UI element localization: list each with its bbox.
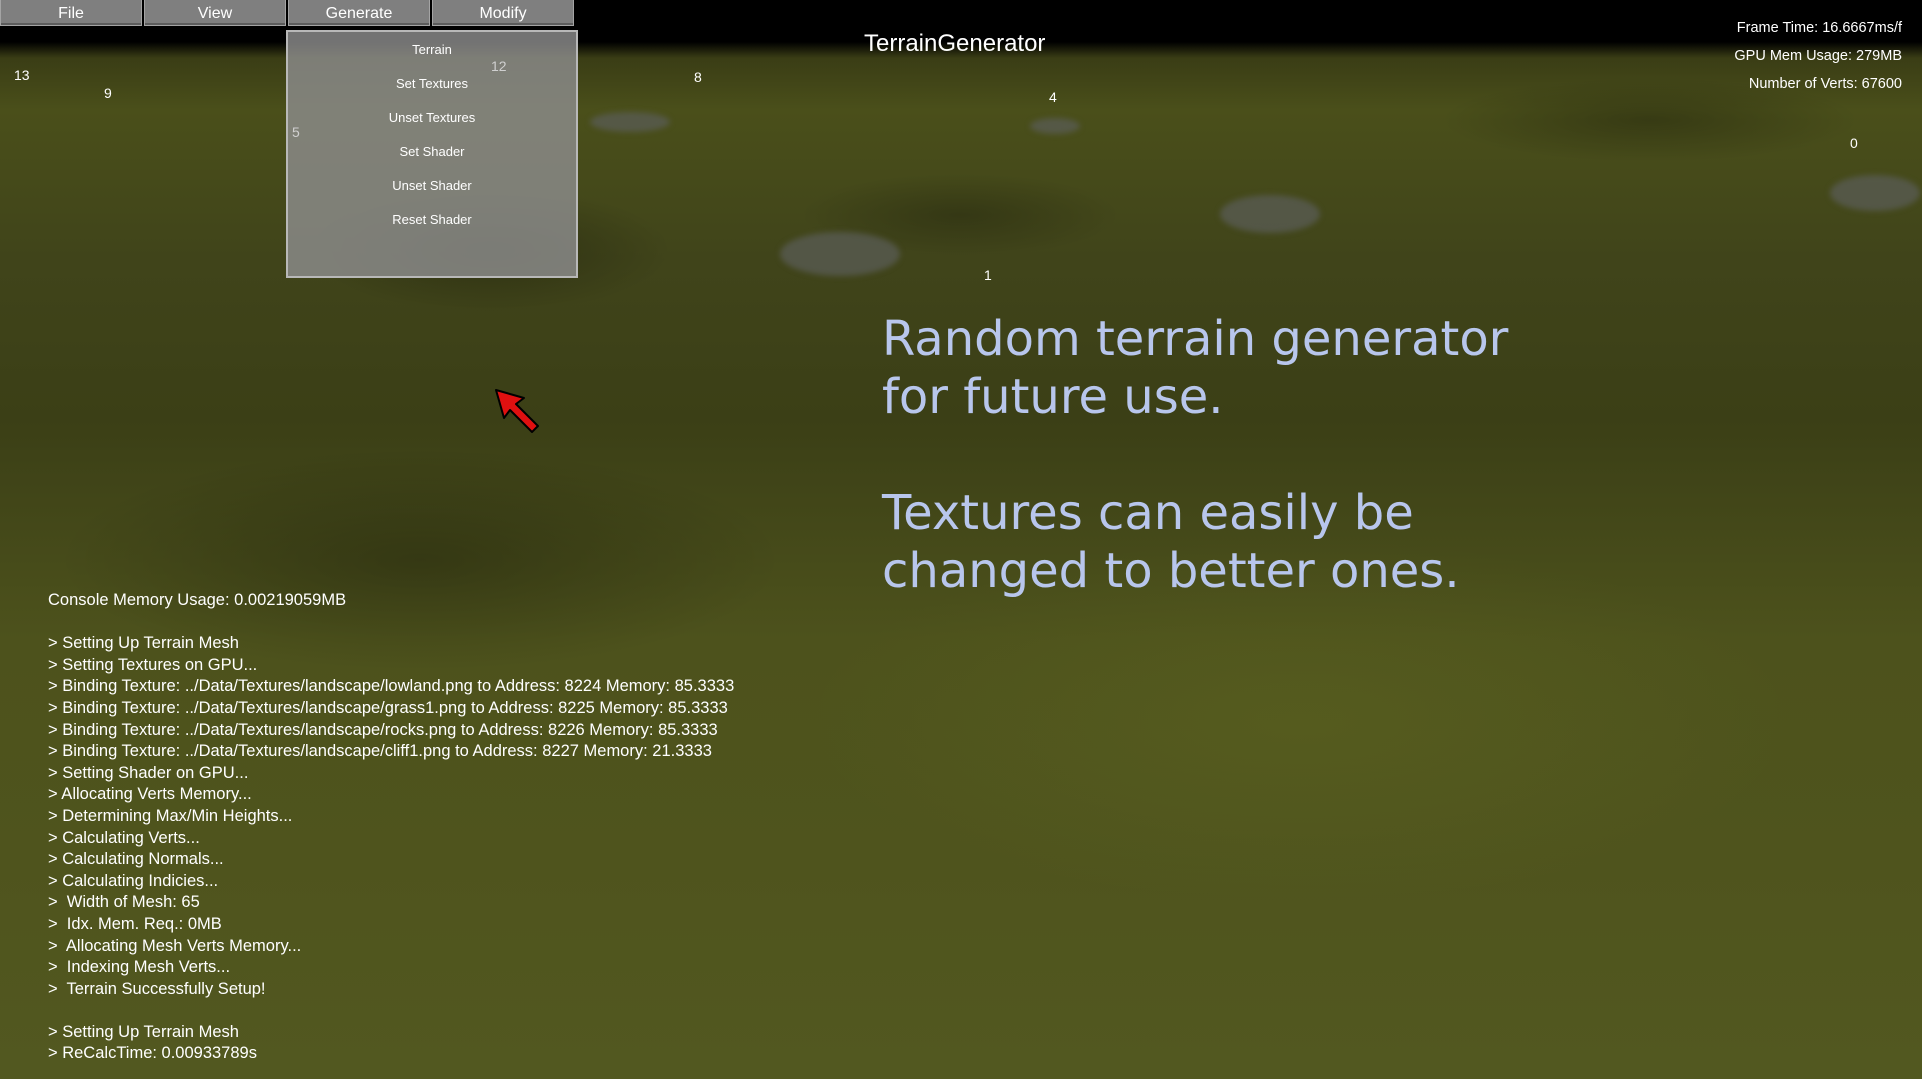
console-line: > Allocating Mesh Verts Memory... [48,936,302,955]
marker-label: 1 [984,267,992,283]
marker-label: 0 [1850,135,1858,151]
stats-panel: Frame Time: 16.6667ms/f GPU Mem Usage: 2… [1734,14,1902,98]
console-line: > ReCalcTime: 0.00933789s [48,1044,257,1063]
menu-item-reset-shader[interactable]: Reset Shader [288,212,576,227]
console-line: > Calculating Verts... [48,828,200,847]
console-line: > Allocating Verts Memory... [48,785,252,804]
window-title: TerrainGenerator [864,30,1046,57]
console-line: > Setting Shader on GPU... [48,763,249,782]
console-line: > Calculating Indicies... [48,871,219,890]
rock-patch [780,232,900,276]
marker-label: 8 [694,69,702,85]
generate-dropdown: Terrain Set Textures Unset Textures Set … [286,30,578,278]
overlay-caption: Random terrain generator for future use.… [882,310,1702,600]
mouse-cursor-icon [495,389,539,433]
menu-bar: File View Generate Modify [0,0,576,28]
caption-line: Textures can easily be [882,485,1414,541]
menu-item-set-shader[interactable]: Set Shader [288,144,576,159]
console-line: > Setting Up Terrain Mesh [48,634,239,653]
console-line: > Setting Up Terrain Mesh [48,1022,239,1041]
menu-modify[interactable]: Modify [432,0,574,26]
console-memory: Console Memory Usage: 0.00219059MB [48,591,347,609]
caption-line: for future use. [882,369,1224,425]
caption-line: Random terrain generator [882,311,1509,367]
menu-item-set-textures[interactable]: Set Textures [288,76,576,91]
rock-patch [1830,175,1920,211]
vert-count: Number of Verts: 67600 [1748,76,1902,92]
console-line: > Binding Texture: ../Data/Textures/land… [48,720,718,739]
marker-label: 13 [14,67,30,83]
console-line: > Idx. Mem. Req.: 0MB [48,914,222,933]
console-line: > Binding Texture: ../Data/Textures/land… [48,742,712,761]
marker-label: 9 [104,85,112,101]
console-line: > Calculating Normals... [48,850,224,869]
console-line: > Setting Textures on GPU... [48,655,258,674]
caption-line: changed to better ones. [882,543,1460,599]
console-line: > Binding Texture: ../Data/Textures/land… [48,677,735,696]
menu-item-terrain[interactable]: Terrain [288,42,576,57]
marker-label: 4 [1049,89,1057,105]
console-line: > Indexing Mesh Verts... [48,958,231,977]
rock-patch [590,112,670,132]
marker-label: 12 [491,58,507,74]
menu-view[interactable]: View [144,0,286,26]
console-line: > Terrain Successfully Setup! [48,979,266,998]
frame-time: Frame Time: 16.6667ms/f [1736,20,1902,36]
menu-item-unset-textures[interactable]: Unset Textures [288,110,576,125]
menu-file[interactable]: File [0,0,142,26]
console-log: Console Memory Usage: 0.00219059MB > Set… [48,590,734,1065]
gpu-mem-usage: GPU Mem Usage: 279MB [1734,48,1902,64]
console-line: > Binding Texture: ../Data/Textures/land… [48,698,728,717]
menu-item-unset-shader[interactable]: Unset Shader [288,178,576,193]
console-line: > Width of Mesh: 65 [48,893,200,912]
marker-label: 5 [292,124,300,140]
rock-patch [1220,195,1320,233]
menu-generate[interactable]: Generate [288,0,430,26]
console-line: > Determining Max/Min Heights... [48,806,293,825]
rock-patch [1030,118,1080,134]
